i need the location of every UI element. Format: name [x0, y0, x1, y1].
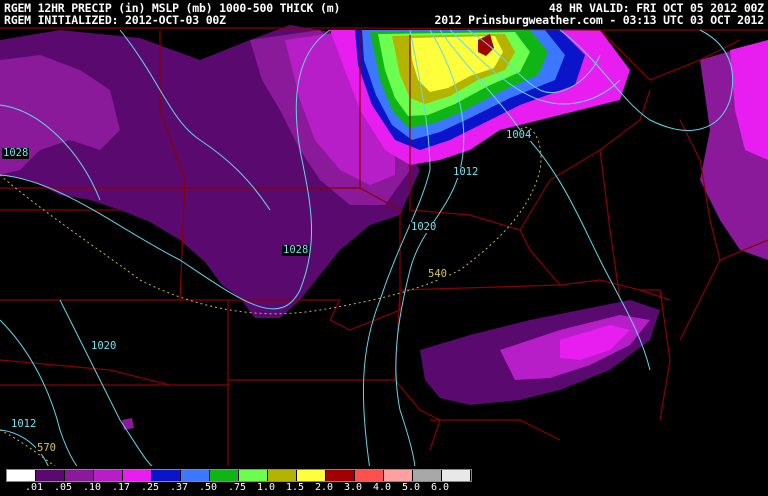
isobar-label: 1028	[282, 244, 310, 256]
legend-label: 6.0	[431, 482, 450, 493]
legend-label: .05	[54, 482, 73, 493]
legend-label: .10	[83, 482, 102, 493]
legend-label: 5.0	[402, 482, 421, 493]
legend-label: .50	[199, 482, 218, 493]
legend-swatch	[268, 470, 297, 481]
legend-label: 2.0	[315, 482, 334, 493]
weather-map	[0, 0, 768, 471]
legend-swatch	[94, 470, 123, 481]
legend-label: .75	[228, 482, 247, 493]
legend-swatch	[123, 470, 152, 481]
legend-label: .25	[141, 482, 160, 493]
legend-swatch	[181, 470, 210, 481]
legend-swatch	[7, 470, 36, 481]
legend-swatch	[239, 470, 268, 481]
legend-swatch	[210, 470, 239, 481]
header-init-time: RGEM INITIALIZED: 2012-OCT-03 00Z	[4, 13, 226, 27]
legend-swatch	[384, 470, 413, 481]
legend-label: .01	[25, 482, 44, 493]
legend-swatch	[152, 470, 181, 481]
legend-label: .37	[170, 482, 189, 493]
legend-label: .17	[112, 482, 131, 493]
isobar-label: 1012	[452, 166, 480, 178]
legend-swatch	[355, 470, 384, 481]
legend-swatch	[65, 470, 94, 481]
isobar-label: 1028	[2, 147, 30, 159]
legend-label: 1.0	[257, 482, 276, 493]
legend-swatch	[297, 470, 326, 481]
legend-label: 4.0	[373, 482, 392, 493]
isobar-label: 1012	[10, 418, 38, 430]
isobar-label: 1004	[505, 129, 533, 141]
legend-color-bar	[6, 469, 472, 482]
legend-label: 3.0	[344, 482, 363, 493]
precip-legend: .01 .05 .10 .17 .25 .37 .50 .75 1.0 1.5 2.0 3.0 4.0 5…	[0, 466, 768, 496]
thickness-label: 540	[427, 268, 448, 280]
legend-label: 1.5	[286, 482, 305, 493]
legend-swatch	[36, 470, 65, 481]
isobar-label: 1020	[90, 340, 118, 352]
legend-swatch	[442, 470, 471, 481]
header-credit: 2012 Prinsburgweather.com - 03:13 UTC 03…	[434, 13, 765, 27]
legend-swatch	[326, 470, 355, 481]
legend-swatch	[413, 470, 442, 481]
thickness-label: 570	[36, 442, 57, 454]
precip-speck	[122, 418, 134, 430]
isobar-label: 1020	[410, 221, 438, 233]
